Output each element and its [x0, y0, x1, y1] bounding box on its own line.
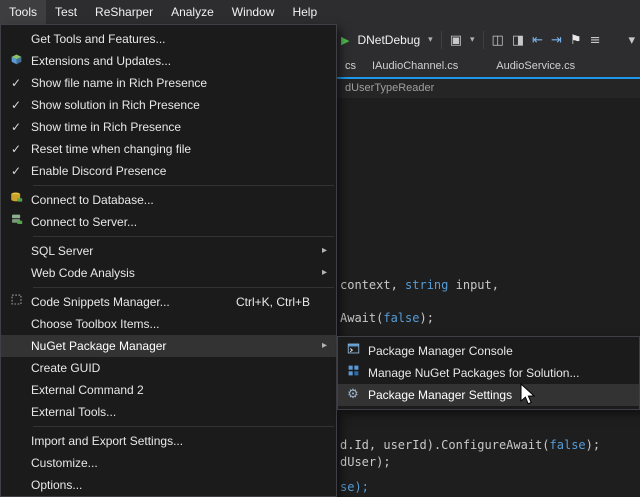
shortcut-label: Ctrl+K, Ctrl+B	[236, 295, 310, 309]
menu-item-customize[interactable]: Customize...	[1, 452, 336, 474]
menu-bar: Tools Test ReSharper Analyze Window Help	[0, 0, 640, 24]
menu-item-nuget-package-manager[interactable]: NuGet Package Manager	[1, 335, 336, 357]
menu-item-web-code-analysis[interactable]: Web Code Analysis	[1, 262, 336, 284]
menu-item-enable-discord-presence[interactable]: Enable Discord Presence	[1, 160, 336, 182]
gear-icon: ⚙	[338, 384, 368, 406]
debug-target-label[interactable]: DNetDebug	[357, 33, 420, 47]
tab-audioservice[interactable]: AudioService.cs	[486, 56, 585, 77]
tools-menu: Get Tools and Features... Extensions and…	[0, 24, 337, 497]
menu-item-get-tools-and-features[interactable]: Get Tools and Features...	[1, 28, 336, 50]
menu-item-show-solution[interactable]: Show solution in Rich Presence	[1, 94, 336, 116]
submenu-item-package-manager-console[interactable]: Package Manager Console	[338, 340, 639, 362]
menu-item-create-guid[interactable]: Create GUID	[1, 357, 336, 379]
submenu-arrow-icon	[322, 240, 327, 262]
check-icon	[1, 72, 31, 94]
mouse-cursor	[519, 383, 537, 407]
toolbar-overflow-icon[interactable]: ▾	[628, 34, 640, 47]
submenu-item-manage-nuget-packages[interactable]: Manage NuGet Packages for Solution...	[338, 362, 639, 384]
menubar-item-window[interactable]: Window	[223, 0, 284, 24]
menubar-item-tools[interactable]: Tools	[0, 0, 46, 24]
list-icon[interactable]: ≡	[590, 34, 601, 47]
menubar-item-resharper[interactable]: ReSharper	[86, 0, 162, 24]
code-line: d.Id, userId).ConfigureAwait(false);	[340, 438, 600, 452]
server-icon	[1, 211, 31, 233]
menu-item-reset-time[interactable]: Reset time when changing file	[1, 138, 336, 160]
outdent-icon[interactable]: ⇤	[532, 34, 543, 47]
check-icon	[1, 138, 31, 160]
code-line: dUser);	[340, 455, 391, 469]
nuget-submenu: Package Manager Console Manage NuGet Pac…	[337, 336, 640, 410]
menu-item-sql-server[interactable]: SQL Server	[1, 240, 336, 262]
tab-partial[interactable]: cs	[339, 56, 362, 77]
packages-icon	[338, 362, 368, 384]
menu-item-choose-toolbox-items[interactable]: Choose Toolbox Items...	[1, 313, 336, 335]
check-icon	[1, 94, 31, 116]
menu-item-show-time[interactable]: Show time in Rich Presence	[1, 116, 336, 138]
menubar-item-test[interactable]: Test	[46, 0, 86, 24]
breadcrumb-type-label: dUserTypeReader	[345, 82, 434, 94]
database-icon	[1, 189, 31, 211]
snippets-icon	[1, 291, 31, 313]
submenu-arrow-icon	[322, 335, 327, 357]
menu-item-external-command-2[interactable]: External Command 2	[1, 379, 336, 401]
extensions-icon	[1, 50, 31, 72]
menu-item-show-file-name[interactable]: Show file name in Rich Presence	[1, 72, 336, 94]
attach-caret-icon[interactable]: ▾	[470, 35, 475, 45]
menu-item-code-snippets-manager[interactable]: Code Snippets Manager... Ctrl+K, Ctrl+B	[1, 291, 336, 313]
submenu-item-package-manager-settings[interactable]: ⚙ Package Manager Settings	[338, 384, 639, 406]
menu-item-connect-to-server[interactable]: Connect to Server...	[1, 211, 336, 233]
code-line: context, string input,	[340, 278, 499, 292]
menubar-item-help[interactable]: Help	[283, 0, 326, 24]
debug-target-caret-icon[interactable]: ▾	[428, 35, 433, 45]
menu-item-options[interactable]: Options...	[1, 474, 336, 496]
split-window-icon[interactable]: ◨	[512, 34, 524, 47]
check-icon	[1, 116, 31, 138]
menu-item-connect-to-database[interactable]: Connect to Database...	[1, 189, 336, 211]
indent-icon[interactable]: ⇥	[551, 34, 562, 47]
menu-item-import-and-export-settings[interactable]: Import and Export Settings...	[1, 430, 336, 452]
console-icon	[338, 340, 368, 362]
code-line: Await(false);	[340, 311, 434, 325]
vs-window: Tools Test ReSharper Analyze Window Help…	[0, 0, 640, 497]
menu-separator	[33, 287, 334, 288]
run-icon[interactable]: ▶	[341, 34, 349, 47]
attach-icon[interactable]: ▣	[450, 34, 462, 47]
tab-iaudiochannel[interactable]: IAudioChannel.cs	[362, 56, 468, 77]
bookmark-icon[interactable]: ⚑	[570, 34, 582, 47]
menubar-item-analyze[interactable]: Analyze	[162, 0, 223, 24]
toolbar-separator	[483, 31, 484, 49]
code-line: se);	[340, 480, 369, 494]
check-icon	[1, 160, 31, 182]
toolbar-separator	[441, 31, 442, 49]
menu-separator	[33, 185, 334, 186]
submenu-arrow-icon	[322, 262, 327, 284]
menu-separator	[33, 426, 334, 427]
menu-separator	[33, 236, 334, 237]
menu-item-extensions-and-updates[interactable]: Extensions and Updates...	[1, 50, 336, 72]
menu-item-external-tools[interactable]: External Tools...	[1, 401, 336, 423]
new-window-icon[interactable]: ◫	[492, 34, 504, 47]
